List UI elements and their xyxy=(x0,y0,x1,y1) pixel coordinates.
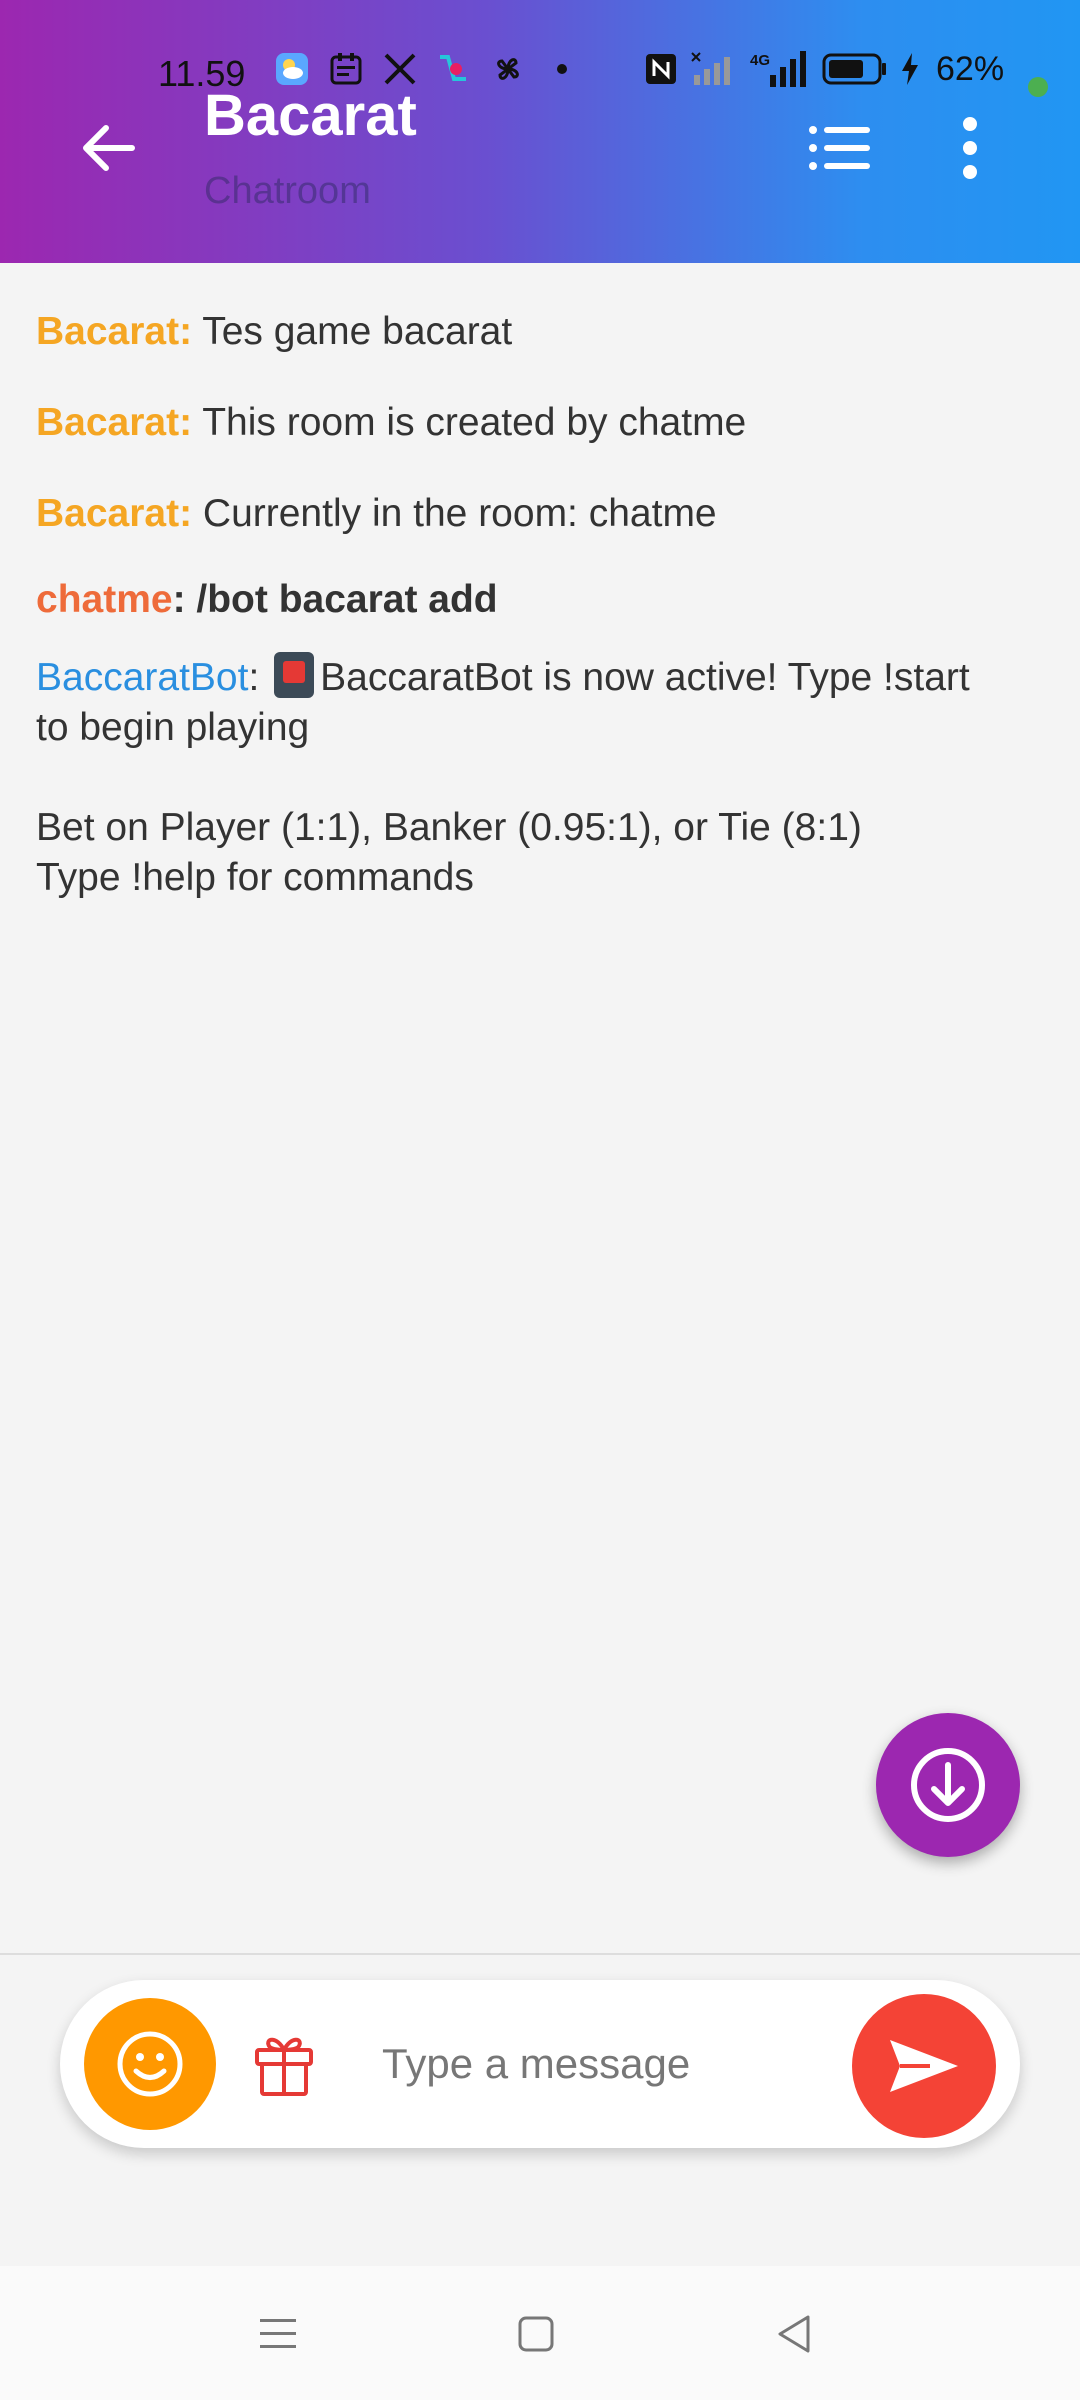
send-button[interactable] xyxy=(852,1994,996,2138)
more-options-button[interactable] xyxy=(940,105,1000,191)
message-item: Bacarat: Currently in the room: chatme xyxy=(36,489,1036,539)
nfc-icon xyxy=(644,49,678,89)
message-sender: Bacarat: xyxy=(36,310,193,353)
message-separator: : xyxy=(248,656,260,699)
signal-4g-icon: 4G xyxy=(748,49,810,89)
svg-text:4G: 4G xyxy=(750,52,770,69)
message-item: Bacarat: This room is created by chatme xyxy=(36,398,1036,448)
app-header: 11.59 4G 62% Bacarat Chatroom xyxy=(0,0,1080,263)
message-input[interactable] xyxy=(382,2024,862,2104)
battery-percent: 62% xyxy=(936,49,1005,88)
message-sender[interactable]: chatme xyxy=(36,578,173,621)
system-status-icons: 4G 62% xyxy=(644,49,1004,89)
message-sender: Bacarat: xyxy=(36,492,193,535)
chat-screen: 11.59 4G 62% Bacarat Chatroom Bacarat: T… xyxy=(0,0,1080,2400)
message-text-line: Bet on Player (1:1), Banker (0.95:1), or… xyxy=(36,806,862,849)
playing-card-icon xyxy=(274,652,315,698)
emoji-button[interactable] xyxy=(84,1998,216,2130)
pinwheel-icon xyxy=(488,49,528,89)
message-text: This room is created by chatme xyxy=(192,401,747,444)
message-list[interactable]: Bacarat: Tes game bacarat Bacarat: This … xyxy=(0,263,1080,1953)
shopping-app-icon xyxy=(434,49,474,89)
scroll-to-bottom-button[interactable] xyxy=(876,1713,1020,1857)
back-button[interactable] xyxy=(70,110,146,186)
composer-divider xyxy=(0,1953,1080,1955)
nav-back-button[interactable] xyxy=(764,2304,824,2364)
gift-button[interactable] xyxy=(240,2020,328,2108)
status-bar: 11.59 4G 62% xyxy=(0,45,1080,101)
back-triangle-icon xyxy=(778,2315,810,2353)
charging-icon xyxy=(900,49,920,89)
privacy-indicator-dot xyxy=(1028,77,1048,97)
participants-list-button[interactable] xyxy=(800,110,880,186)
home-icon xyxy=(518,2316,554,2352)
send-icon xyxy=(890,2040,958,2092)
message-text: Currently in the room: chatme xyxy=(192,492,717,535)
menu-icon xyxy=(260,2319,296,2348)
message-item: chatme: /bot bacarat add xyxy=(36,575,1036,625)
message-text: : /bot bacarat add xyxy=(172,578,498,621)
dot-icon xyxy=(542,49,582,89)
message-text: Tes game bacarat xyxy=(192,310,513,353)
arrow-left-icon xyxy=(83,125,135,171)
battery-icon xyxy=(822,49,888,89)
more-vert-icon xyxy=(963,117,977,179)
message-item: BaccaratBot: BaccaratBot is now active! … xyxy=(36,652,1006,903)
nav-home-button[interactable] xyxy=(506,2304,566,2364)
message-item: Bacarat: Tes game bacarat xyxy=(36,307,1036,357)
smiley-icon xyxy=(117,2031,183,2097)
system-nav-bar xyxy=(0,2266,1080,2400)
message-sender: Bacarat: xyxy=(36,401,193,444)
arrow-down-circle-icon xyxy=(911,1748,985,1822)
list-icon xyxy=(809,126,870,170)
nav-menu-button[interactable] xyxy=(248,2304,308,2364)
gift-icon xyxy=(255,2037,313,2096)
signal-icon xyxy=(690,49,736,89)
room-subtitle: Chatroom xyxy=(204,170,371,212)
message-sender[interactable]: BaccaratBot xyxy=(36,656,248,699)
message-composer xyxy=(60,1980,1020,2148)
message-text-line: Type !help for commands xyxy=(36,856,474,899)
room-title: Bacarat xyxy=(204,83,417,148)
